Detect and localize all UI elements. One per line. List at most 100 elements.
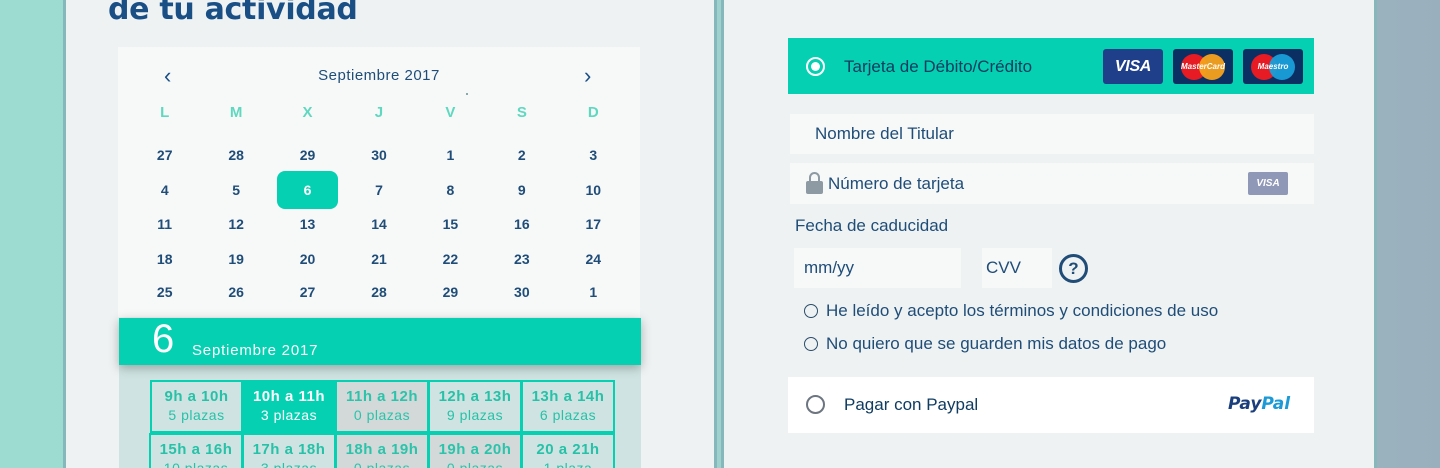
calendar-day[interactable]: 30 [348,136,409,174]
time-slots-area: 9h a 10h 5 plazas 10h a 11h 3 plazas 11h a… [119,365,641,468]
time-slot-full[interactable]: 19h a 20h 0 plazas [428,433,522,468]
slot-time: 12h a 13h [438,388,512,405]
time-slot[interactable]: 15h a 16h 10 plazas [149,433,243,468]
terms-radio[interactable] [804,304,818,318]
calendar-day[interactable]: 28 [205,136,266,174]
save-data-radio[interactable] [804,337,818,351]
save-data-option[interactable]: No quiero que se guarden mis datos de pa… [804,334,1166,354]
calendar-day[interactable]: 17 [563,205,624,243]
calendar-day[interactable]: 3 [563,136,624,174]
slot-places: 0 plazas [353,407,411,423]
time-slot-selected[interactable]: 10h a 11h 3 plazas [242,380,336,433]
terms-label: He leído y acepto los términos y condici… [826,301,1219,320]
calendar-day[interactable]: 30 [491,273,552,311]
card-brand-badge: VISA [1248,172,1288,195]
slot-places: 1 plaza [543,460,593,468]
calendar-month-label: Septiembre 2017 [318,67,440,84]
calendar-day[interactable]: 25 [134,273,195,311]
slot-time: 13h a 14h [531,388,605,405]
card-number-field: VISA [790,163,1314,204]
slot-time: 10h a 11h [252,388,326,405]
paypal-option-label: Pagar con Paypal [844,395,979,414]
time-slot[interactable]: 17h a 18h 3 plazas [242,433,336,468]
selected-day-month: Septiembre 2017 [192,342,319,359]
calendar-day[interactable]: 1 [420,136,481,174]
cvv-input[interactable] [982,248,1052,288]
time-slot[interactable]: 9h a 10h 5 plazas [150,380,243,433]
calendar-day[interactable]: 29 [277,136,338,174]
mastercard-logo-text: MasterCard [1180,61,1225,71]
card-option-label: Tarjeta de Débito/Crédito [844,57,1033,76]
calendar-day[interactable]: 2 [491,136,552,174]
card-number-input[interactable] [828,163,1228,204]
calendar-day[interactable]: 16 [491,205,552,243]
chevron-right-icon[interactable]: › [584,63,591,89]
card-payment-option[interactable]: Tarjeta de Débito/Crédito VISA MasterCar… [788,38,1314,94]
paypal-option-radio[interactable] [806,395,825,414]
card-option-radio[interactable] [806,57,825,76]
slot-time: 15h a 16h [159,441,233,458]
weekday-label: M [229,104,243,121]
mastercard-logo: MasterCard [1173,49,1233,84]
calendar-day[interactable]: 15 [420,205,481,243]
calendar-week: 4 5 6 7 8 9 10 [129,171,629,209]
weekday-label: D [587,104,599,121]
paypal-logo-part1: Pay [1228,394,1262,414]
time-slot[interactable]: 12h a 13h 9 plazas [428,380,522,433]
calendar-day[interactable]: 27 [134,136,195,174]
calendar-day[interactable]: 28 [348,273,409,311]
time-slot[interactable]: 13h a 14h 6 plazas [521,380,615,433]
visa-logo: VISA [1103,49,1163,84]
calendar-day[interactable]: 1 [563,273,624,311]
terms-option[interactable]: He leído y acepto los términos y condici… [804,301,1218,321]
time-slot-full[interactable]: 11h a 12h 0 plazas [335,380,429,433]
selected-day-header: 6 Septiembre 2017 [119,317,641,365]
time-slot-full[interactable]: 18h a 19h 0 plazas [335,433,429,468]
paypal-payment-option[interactable]: Pagar con Paypal PayPal [788,377,1314,433]
slot-places: 6 plazas [539,407,597,423]
slot-places: 5 plazas [168,407,225,423]
slot-places: 0 plazas [446,460,504,468]
calendar-day[interactable]: 26 [205,273,266,311]
calendar-day[interactable]: 5 [205,171,266,209]
slot-places: 9 plazas [446,407,504,423]
maestro-circles-icon: Maestro [1251,53,1295,80]
calendar-week: 11 12 13 14 15 16 17 [129,205,629,243]
weekday-label: S [516,104,527,121]
weekday-label: V [445,104,456,121]
slot-places: 3 plazas [260,407,318,423]
expiry-input[interactable] [794,248,961,288]
calendar-day[interactable]: 10 [563,171,624,209]
calendar-day[interactable]: 29 [420,273,481,311]
maestro-logo: Maestro [1243,49,1303,84]
payment-panel: Tarjeta de Débito/Crédito VISA MasterCar… [721,0,1377,468]
calendar: ‹ Septiembre 2017 › L M X J V S D 27 28 … [118,47,640,317]
help-icon[interactable]: ? [1059,254,1088,283]
calendar-day[interactable]: 7 [348,171,409,209]
calendar-day-selected[interactable]: 6 [276,171,339,209]
activity-panel: de tu actividad ‹ Septiembre 2017 › L M … [63,0,717,468]
time-slots-grid: 9h a 10h 5 plazas 10h a 11h 3 plazas 11h a… [149,380,615,468]
weekday-header: L M X J V S D [129,104,629,121]
calendar-day[interactable]: 11 [134,205,195,243]
calendar-day[interactable]: 14 [348,205,409,243]
slot-time: 17h a 18h [252,441,326,458]
slot-places: 10 plazas [163,460,229,468]
slot-time: 19h a 20h [438,441,512,458]
divider-dot [466,93,468,95]
calendar-day[interactable]: 9 [491,171,552,209]
calendar-day[interactable]: 13 [277,205,338,243]
calendar-day[interactable]: 8 [420,171,481,209]
calendar-day[interactable]: 4 [134,171,195,209]
slot-time: 9h a 10h [164,388,229,405]
calendar-week: 25 26 27 28 29 30 1 [129,273,629,311]
slot-time: 11h a 12h [345,388,419,405]
time-slot[interactable]: 20 a 21h 1 plaza [521,433,615,468]
calendar-day[interactable]: 27 [277,273,338,311]
slot-places: 0 plazas [353,460,411,468]
cardholder-name-input[interactable] [790,114,1314,154]
paypal-logo: PayPal [1228,394,1290,414]
selected-day-number: 6 [152,317,175,361]
weekday-label: J [374,104,384,121]
calendar-day[interactable]: 12 [205,205,266,243]
